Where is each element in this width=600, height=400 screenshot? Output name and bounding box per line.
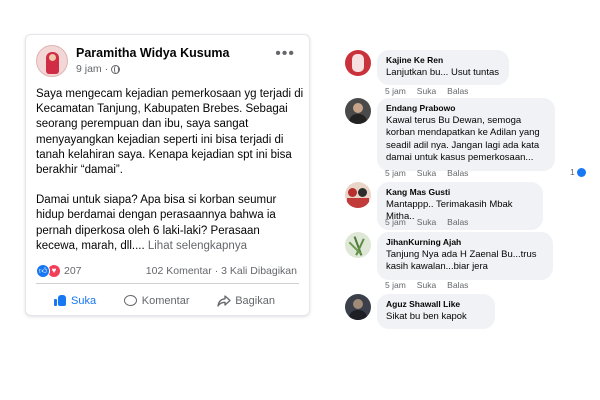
share-count[interactable]: 3 Kali Dibagikan bbox=[221, 265, 297, 277]
commenter-name[interactable]: Kang Mas Gusti bbox=[386, 187, 534, 197]
comment-bubble: JihanKurning Ajah Tanjung Nya ada H Zaen… bbox=[377, 232, 553, 280]
avatar-face bbox=[353, 103, 363, 113]
comment-reply-button[interactable]: Balas bbox=[447, 280, 468, 290]
comment-reply-button[interactable]: Balas bbox=[447, 217, 468, 227]
author-avatar[interactable] bbox=[36, 45, 68, 77]
comment-text: Lanjutkan bu... Usut tuntas bbox=[386, 67, 500, 78]
comment-text: Sikat bu ben kapok bbox=[386, 311, 467, 322]
comment-like-button[interactable]: Suka bbox=[417, 217, 436, 227]
post-time[interactable]: 9 jam bbox=[76, 63, 102, 75]
post-card: Paramitha Widya Kusuma 9 jam · ••• Saya … bbox=[25, 34, 310, 316]
post-stats: 102 Komentar · 3 Kali Dibagikan bbox=[146, 265, 297, 277]
comment-like-button[interactable]: Suka bbox=[417, 86, 436, 96]
comment-label: Komentar bbox=[141, 294, 190, 307]
comment-time[interactable]: 5 jam bbox=[385, 168, 406, 178]
share-icon bbox=[217, 295, 231, 307]
comment-reply-button[interactable]: Balas bbox=[447, 86, 468, 96]
reaction-icons[interactable]: 👍︎ ♥ bbox=[36, 264, 61, 278]
comment-like-button[interactable]: Suka bbox=[417, 168, 436, 178]
action-bar: Suka Komentar Bagikan bbox=[36, 283, 299, 311]
share-label: Bagikan bbox=[235, 294, 275, 307]
comment-like-button[interactable]: Suka bbox=[417, 280, 436, 290]
commenter-name[interactable]: Kajine Ke Ren bbox=[386, 55, 500, 65]
commenter-avatar[interactable] bbox=[345, 98, 371, 124]
avatar-face bbox=[353, 299, 363, 309]
commenter-avatar[interactable] bbox=[345, 182, 371, 208]
comment-bubble: Aguz Shawall Like Sikat bu ben kapok bbox=[377, 294, 495, 330]
reaction-count[interactable]: 207 bbox=[64, 265, 82, 277]
commenter-name[interactable]: Aguz Shawall Like bbox=[386, 299, 486, 309]
commenter-avatar[interactable] bbox=[345, 294, 371, 320]
avatar-body bbox=[347, 198, 369, 208]
reactions-summary: 👍︎ ♥ 207 102 Komentar · 3 Kali Dibagikan bbox=[36, 264, 301, 280]
see-more-link[interactable]: Lihat selengkapnya bbox=[148, 240, 247, 252]
commenter-name[interactable]: Endang Prabowo bbox=[386, 103, 546, 113]
avatar-face bbox=[49, 54, 56, 61]
post-meta: 9 jam · bbox=[76, 63, 121, 75]
globe-icon bbox=[111, 64, 121, 74]
stats-separator: · bbox=[214, 265, 219, 277]
comment-time[interactable]: 5 jam bbox=[385, 280, 406, 290]
meta-separator: · bbox=[104, 63, 109, 75]
comment-actions: 5 jam Suka Balas bbox=[385, 168, 468, 178]
more-options-icon[interactable]: ••• bbox=[275, 45, 295, 63]
comment-text: Kawal terus Bu Dewan, semoga korban mend… bbox=[386, 115, 540, 164]
like-reaction-icon bbox=[576, 167, 586, 177]
commenter-name[interactable]: JihanKurning Ajah bbox=[386, 237, 544, 247]
comment-button[interactable]: Komentar bbox=[123, 294, 190, 307]
post-paragraph-1: Saya mengecam kejadian pemerkosaan yg te… bbox=[36, 88, 304, 177]
comment-icon bbox=[123, 295, 137, 306]
like-button[interactable]: Suka bbox=[54, 295, 96, 307]
post-header: Paramitha Widya Kusuma 9 jam · ••• bbox=[36, 45, 301, 81]
post-paragraph-2: Damai untuk siapa? Apa bisa si korban se… bbox=[36, 193, 304, 254]
comment-like-count[interactable]: 1 bbox=[570, 167, 586, 177]
commenter-avatar[interactable] bbox=[345, 50, 371, 76]
avatar-figure-1 bbox=[348, 188, 357, 197]
comment-time[interactable]: 5 jam bbox=[385, 217, 406, 227]
like-label: Suka bbox=[71, 294, 97, 307]
avatar-body bbox=[349, 310, 367, 320]
commenter-avatar[interactable] bbox=[345, 232, 371, 258]
author-name[interactable]: Paramitha Widya Kusuma bbox=[76, 46, 229, 60]
post-body: Saya mengecam kejadian pemerkosaan yg te… bbox=[36, 87, 304, 269]
like-icon bbox=[54, 295, 66, 306]
comment-like-number: 1 bbox=[570, 167, 575, 177]
avatar-figure-2 bbox=[358, 188, 367, 197]
comment-actions: 5 jam Suka Balas bbox=[385, 280, 468, 290]
comment-time[interactable]: 5 jam bbox=[385, 86, 406, 96]
comment-reply-button[interactable]: Balas bbox=[447, 168, 468, 178]
like-reaction-icon: 👍︎ bbox=[36, 264, 50, 278]
comment-text: Tanjung Nya ada H Zaenal Bu...trus kasih… bbox=[386, 249, 537, 273]
comments-panel: Kajine Ke Ren Lanjutkan bu... Usut tunta… bbox=[345, 0, 595, 400]
comment-bubble: Endang Prabowo Kawal terus Bu Dewan, sem… bbox=[377, 98, 555, 171]
comment-bubble: Kajine Ke Ren Lanjutkan bu... Usut tunta… bbox=[377, 50, 509, 86]
avatar-body bbox=[349, 114, 367, 124]
comment-actions: 5 jam Suka Balas bbox=[385, 217, 468, 227]
comment-count[interactable]: 102 Komentar bbox=[146, 265, 212, 277]
avatar-figure bbox=[352, 54, 364, 72]
share-button[interactable]: Bagikan bbox=[217, 295, 275, 307]
comment-actions: 5 jam Suka Balas bbox=[385, 86, 468, 96]
